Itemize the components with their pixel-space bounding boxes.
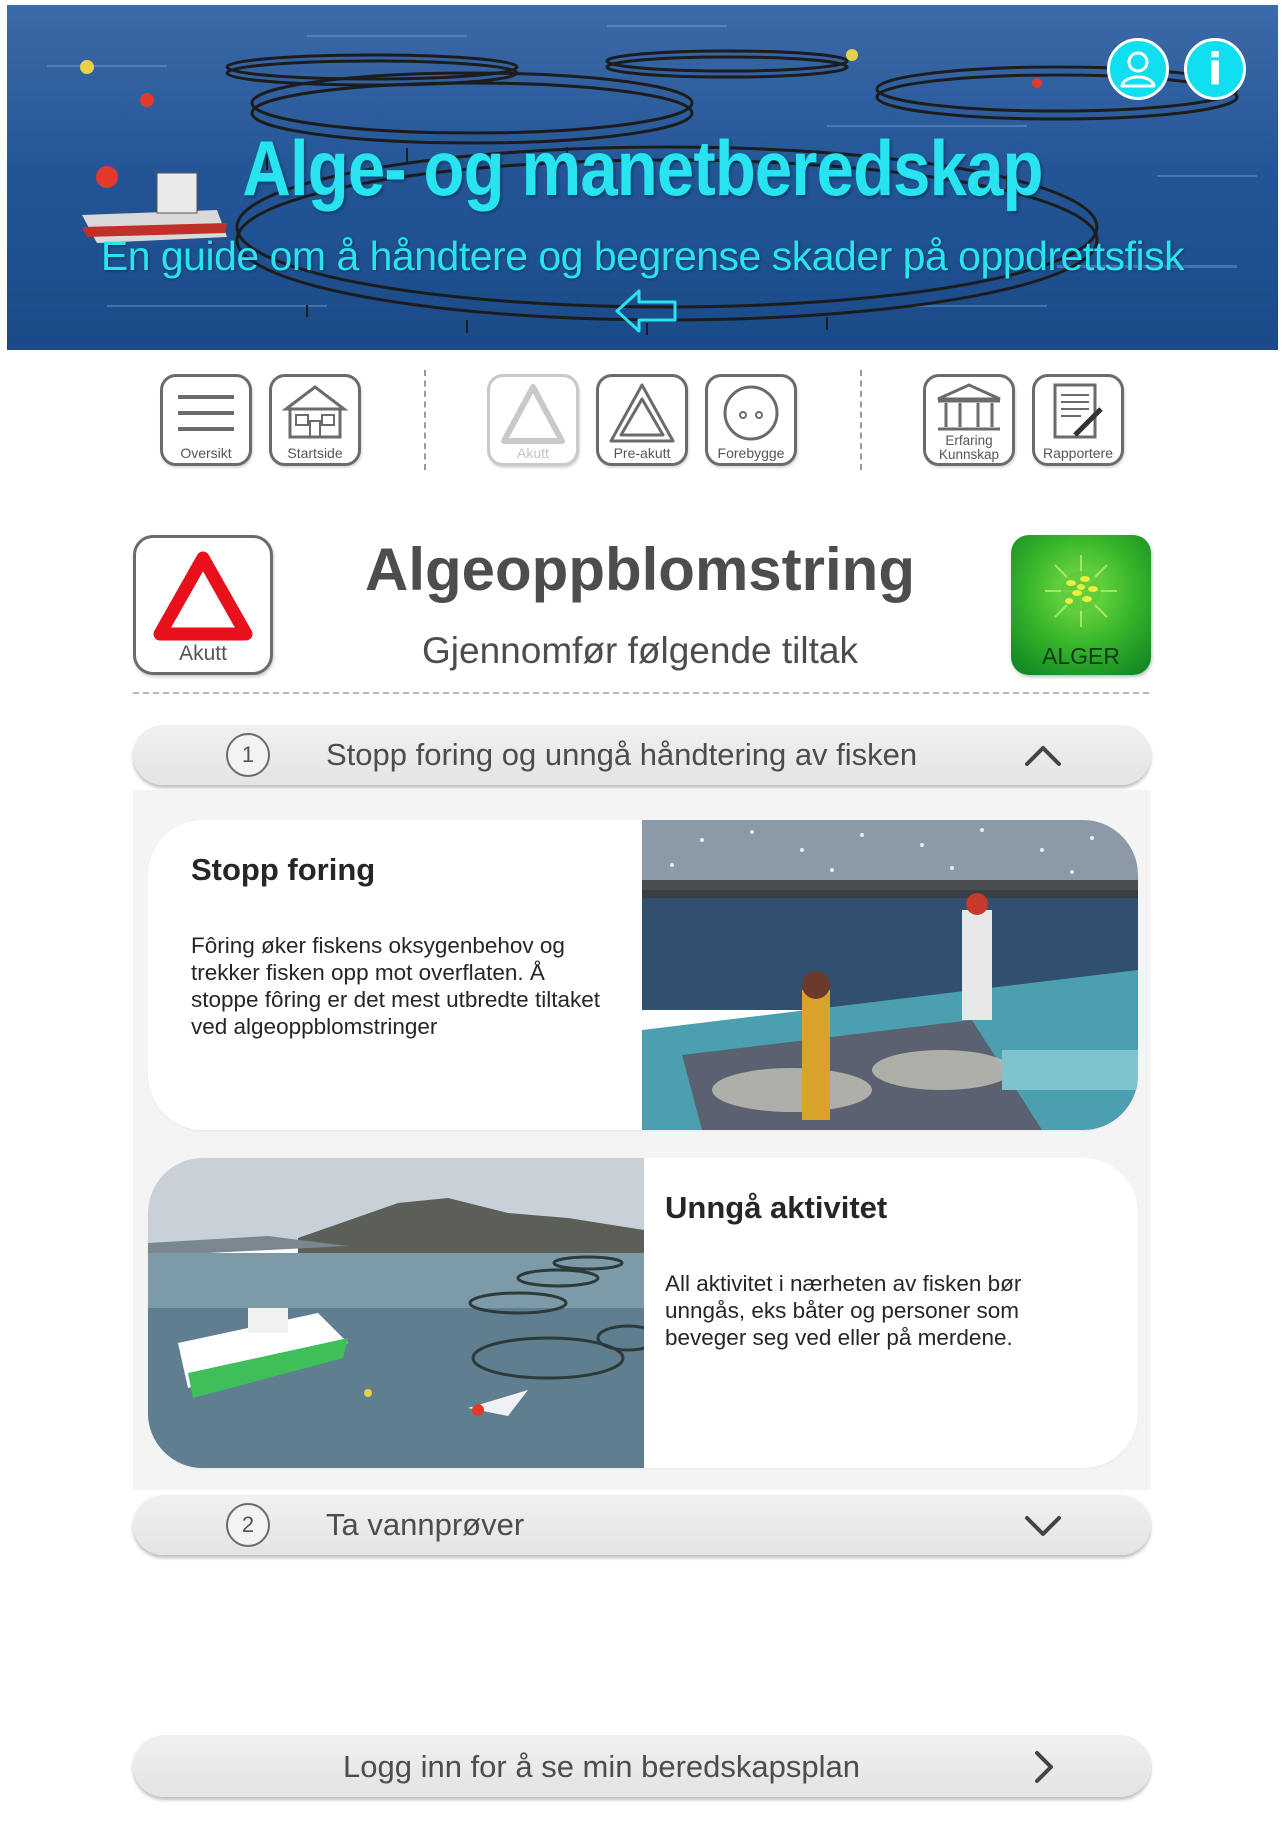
info-card: Unngå aktivitet All aktivitet i nærheten…	[148, 1158, 1138, 1468]
step-1-header[interactable]: 1 Stopp foring og unngå håndtering av fi…	[133, 725, 1151, 785]
step-title: Stopp foring og unngå håndtering av fisk…	[326, 737, 918, 772]
chevron-up-icon	[1025, 746, 1061, 766]
chevron-right-icon	[1035, 1751, 1053, 1783]
alger-category-badge: ALGER	[1011, 535, 1151, 675]
algae-icon	[1045, 555, 1117, 627]
info-card: Stopp foring Fôring øker fiskens oksygen…	[148, 820, 1138, 1130]
akutt-level-icon: Akutt	[133, 535, 273, 675]
user-icon	[1120, 51, 1156, 88]
step-number: 2	[226, 1503, 270, 1547]
hero-title: Alge- og manetberedskap	[242, 124, 1043, 212]
step-1-content: Stopp foring Fôring øker fiskens oksygen…	[133, 790, 1151, 1490]
toolbar-akutt-button[interactable]: Akutt	[487, 374, 579, 466]
fishermen-boat-photo	[642, 820, 1138, 1130]
toolbar-label: Erfaring Kunnskap	[938, 433, 1000, 462]
card-text: All aktivitet i nærheten av fisken bør u…	[665, 1271, 1022, 1350]
toolbar-pre-akutt-button[interactable]: Pre-akutt	[596, 374, 688, 466]
toolbar-label: Rapportere	[1042, 445, 1114, 461]
toolbar-divider	[424, 370, 426, 470]
level-label: Akutt	[179, 642, 227, 665]
warning-triangle-icon	[153, 551, 253, 641]
card-text: Fôring øker fiskens oksygenbehov og trek…	[191, 933, 600, 1039]
info-button[interactable]: i	[1184, 38, 1246, 100]
card-title: Unngå aktivitet	[665, 1190, 888, 1225]
navigation-toolbar: Oversikt Startside Akutt Pre-akutt Foreb…	[0, 370, 1282, 480]
hero-banner: Alge- og manetberedskap En guide om å hå…	[7, 5, 1278, 350]
toolbar-label: Oversikt	[180, 445, 232, 461]
hero-subtitle: En guide om å håndtere og begrense skade…	[100, 233, 1185, 279]
toolbar-erfaring-kunnskap-button[interactable]: Erfaring Kunnskap	[923, 374, 1015, 466]
toolbar-startside-button[interactable]: Startside	[269, 374, 361, 466]
step-title: Ta vannprøver	[326, 1507, 525, 1542]
arrow-left-icon[interactable]	[613, 287, 681, 335]
toolbar-oversikt-button[interactable]: Oversikt	[160, 374, 252, 466]
toolbar-label: Startside	[287, 445, 343, 461]
toolbar-forebygge-button[interactable]: Forebygge	[705, 374, 797, 466]
toolbar-label: Akutt	[517, 445, 549, 461]
fish-farm-fjord-photo	[148, 1158, 644, 1468]
section-divider	[133, 692, 1149, 694]
info-icon: i	[1207, 43, 1223, 95]
step-2-header[interactable]: 2 Ta vannprøver	[133, 1495, 1151, 1555]
chevron-down-icon	[1025, 1516, 1061, 1536]
card-title: Stopp foring	[191, 852, 376, 887]
page-title: Algeoppblomstring	[365, 536, 915, 603]
login-button[interactable]: Logg inn for å se min beredskapsplan	[133, 1735, 1151, 1797]
toolbar-rapportere-button[interactable]: Rapportere	[1032, 374, 1124, 466]
user-button[interactable]	[1107, 38, 1169, 100]
login-label: Logg inn for å se min beredskapsplan	[343, 1749, 860, 1784]
page-subtitle: Gjennomfør følgende tiltak	[422, 630, 858, 671]
toolbar-label: Forebygge	[717, 445, 785, 461]
toolbar-label: Pre-akutt	[613, 445, 671, 461]
step-number: 1	[226, 733, 270, 777]
badge-label: ALGER	[1042, 643, 1120, 669]
toolbar-divider	[860, 370, 862, 470]
